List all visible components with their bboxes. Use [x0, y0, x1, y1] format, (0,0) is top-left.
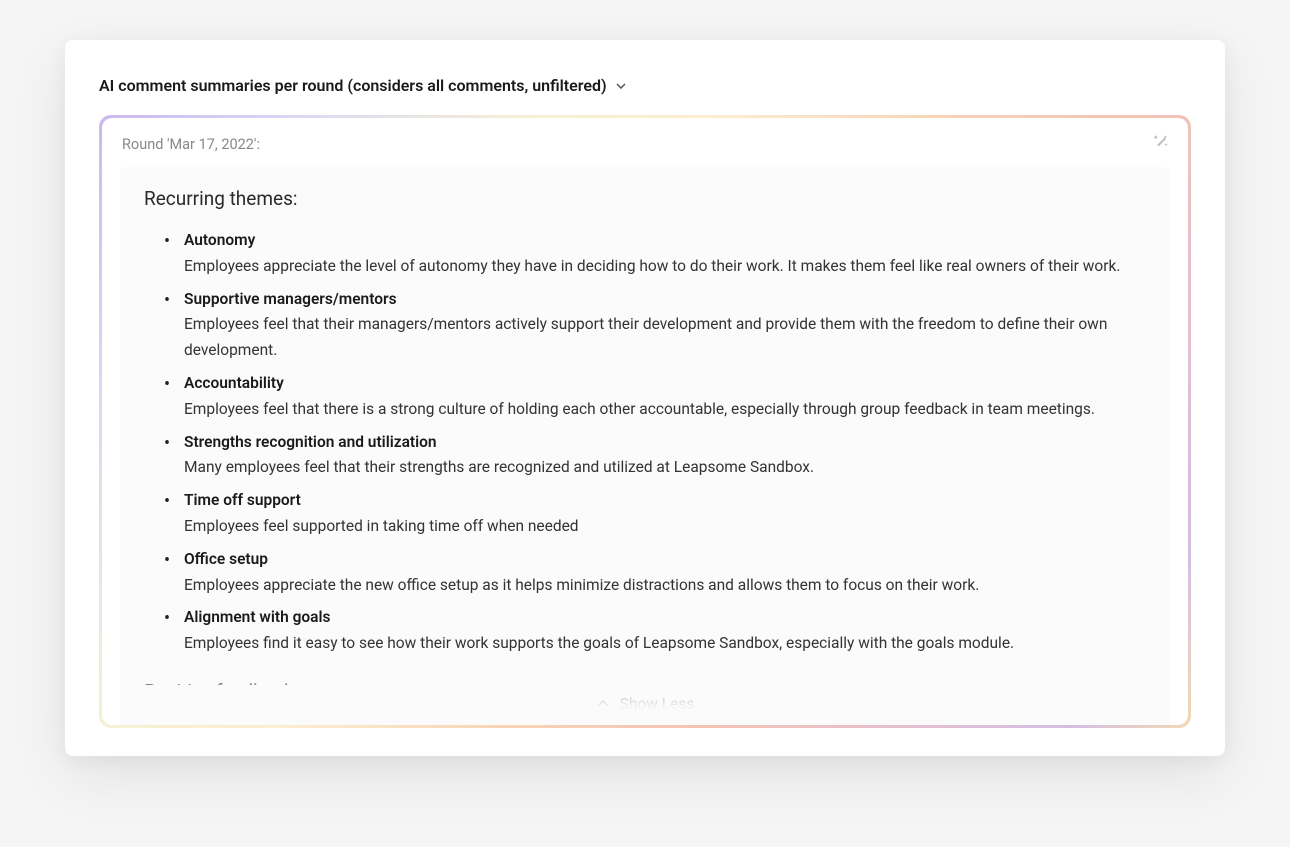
positive-feedback-heading: Positive feedback: — [144, 680, 1146, 685]
recurring-themes-heading: Recurring themes: — [144, 187, 1146, 210]
theme-desc: Employees feel that their managers/mento… — [184, 315, 1107, 359]
list-item: Accountability Employees feel that there… — [164, 371, 1146, 422]
theme-desc: Employees feel supported in taking time … — [184, 517, 579, 535]
content-area: Recurring themes: Autonomy Employees app… — [120, 167, 1170, 725]
show-less-button[interactable]: Show Less — [144, 685, 1146, 725]
theme-title: Alignment with goals — [184, 605, 1146, 630]
summary-inner-box: Round 'Mar 17, 2022': Recurring themes: … — [102, 118, 1188, 725]
content-scroll: Recurring themes: Autonomy Employees app… — [144, 187, 1146, 685]
theme-desc: Many employees feel that their strengths… — [184, 458, 814, 476]
theme-title: Time off support — [184, 488, 1146, 513]
theme-title: Office setup — [184, 547, 1146, 572]
show-less-label: Show Less — [620, 695, 695, 713]
list-item: Autonomy Employees appreciate the level … — [164, 228, 1146, 279]
chevron-up-icon — [596, 697, 610, 711]
list-item: Strengths recognition and utilization Ma… — [164, 430, 1146, 481]
list-item: Office setup Employees appreciate the ne… — [164, 547, 1146, 598]
list-item: Alignment with goals Employees find it e… — [164, 605, 1146, 656]
theme-title: Supportive managers/mentors — [184, 287, 1146, 312]
recurring-themes-list: Autonomy Employees appreciate the level … — [144, 228, 1146, 656]
section-title: AI comment summaries per round (consider… — [99, 76, 607, 95]
theme-title: Accountability — [184, 371, 1146, 396]
theme-desc: Employees find it easy to see how their … — [184, 634, 1014, 652]
gradient-border-box: Round 'Mar 17, 2022': Recurring themes: … — [99, 115, 1191, 728]
magic-wand-icon[interactable] — [1152, 132, 1170, 150]
theme-desc: Employees appreciate the level of autono… — [184, 257, 1120, 275]
summary-card: AI comment summaries per round (consider… — [65, 40, 1225, 756]
theme-title: Autonomy — [184, 228, 1146, 253]
list-item: Supportive managers/mentors Employees fe… — [164, 287, 1146, 363]
round-label: Round 'Mar 17, 2022': — [120, 136, 1170, 153]
chevron-down-icon[interactable] — [615, 80, 627, 92]
theme-desc: Employees feel that there is a strong cu… — [184, 400, 1095, 418]
list-item: Time off support Employees feel supporte… — [164, 488, 1146, 539]
section-header: AI comment summaries per round (consider… — [99, 76, 1191, 95]
theme-desc: Employees appreciate the new office setu… — [184, 576, 979, 594]
theme-title: Strengths recognition and utilization — [184, 430, 1146, 455]
